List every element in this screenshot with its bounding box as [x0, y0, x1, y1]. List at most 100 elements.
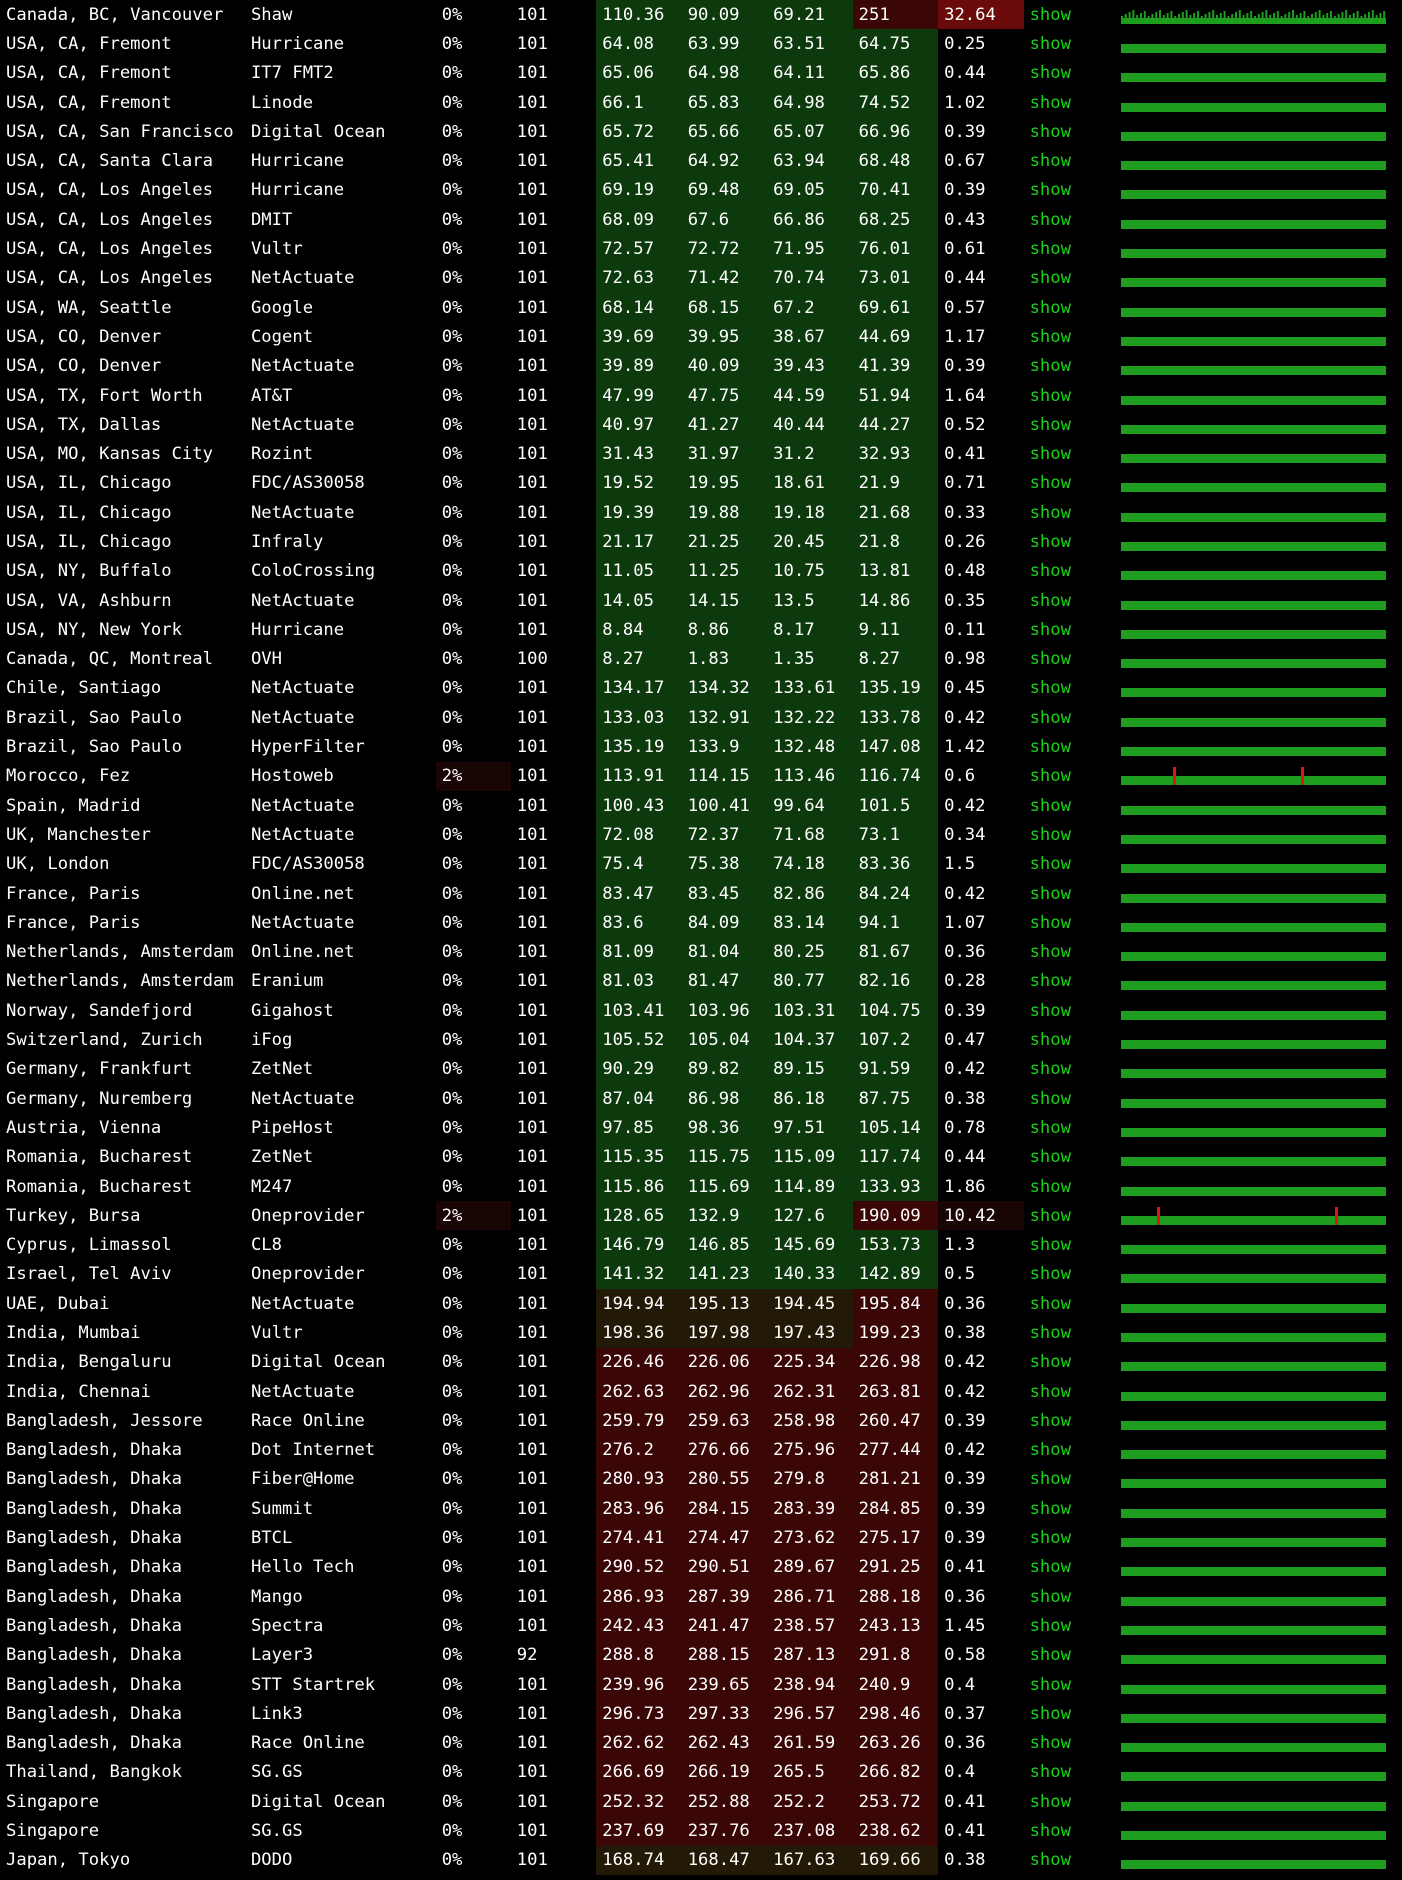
- show-link[interactable]: show: [1024, 967, 1109, 996]
- stdev-cell: 1.17: [944, 326, 986, 347]
- show-link[interactable]: show: [1024, 1406, 1109, 1435]
- latency-sparkline: [1109, 615, 1402, 644]
- show-link[interactable]: show: [1024, 1611, 1109, 1640]
- best-cell: 18.61: [767, 468, 853, 499]
- count-cell: 101: [516, 1469, 548, 1490]
- show-link[interactable]: show: [1024, 1582, 1109, 1611]
- show-link[interactable]: show: [1024, 293, 1109, 322]
- show-link[interactable]: show: [1024, 615, 1109, 644]
- show-link[interactable]: show: [1024, 1436, 1109, 1465]
- show-link[interactable]: show: [1024, 1553, 1109, 1582]
- sparkline-graph: [1121, 1538, 1387, 1548]
- avg-cell: 31.97: [681, 439, 768, 469]
- sparkline-spike: [1371, 9, 1374, 18]
- show-link[interactable]: show: [1024, 1758, 1109, 1787]
- show-link[interactable]: show: [1024, 732, 1109, 761]
- provider-cell: Fiber@Home: [250, 1469, 355, 1490]
- show-link[interactable]: show: [1024, 1201, 1109, 1230]
- best-cell: 273.62: [767, 1523, 853, 1553]
- show-link[interactable]: show: [1024, 469, 1109, 498]
- location-cell: Spain, Madrid: [6, 795, 141, 816]
- count-cell: 101: [516, 268, 548, 289]
- worst-cell: 263.81: [852, 1376, 939, 1407]
- show-link[interactable]: show: [1024, 498, 1109, 527]
- sparkline-graph: [1121, 131, 1387, 141]
- show-link[interactable]: show: [1024, 146, 1109, 175]
- show-link[interactable]: show: [1024, 557, 1109, 586]
- show-link[interactable]: show: [1024, 674, 1109, 703]
- show-link[interactable]: show: [1024, 1289, 1109, 1318]
- show-link[interactable]: show: [1024, 410, 1109, 439]
- show-link[interactable]: show: [1024, 820, 1109, 849]
- count-cell: 101: [516, 1147, 548, 1168]
- show-link[interactable]: show: [1024, 0, 1109, 29]
- show-link[interactable]: show: [1024, 117, 1109, 146]
- show-link[interactable]: show: [1024, 1318, 1109, 1347]
- show-link[interactable]: show: [1024, 791, 1109, 820]
- table-row: UAE, Dubai NetActuate 0% 101 194.94 195.13 194…: [0, 1289, 1402, 1319]
- show-link[interactable]: show: [1024, 381, 1109, 410]
- show-link[interactable]: show: [1024, 850, 1109, 879]
- show-link[interactable]: show: [1024, 59, 1109, 88]
- show-link[interactable]: show: [1024, 1084, 1109, 1113]
- show-link[interactable]: show: [1024, 1113, 1109, 1142]
- sparkline-bar: [1121, 1069, 1387, 1079]
- show-link[interactable]: show: [1024, 1230, 1109, 1259]
- avg-cell: 226.06: [681, 1347, 768, 1377]
- show-link[interactable]: show: [1024, 645, 1109, 674]
- stdev-cell: 0.42: [944, 1352, 986, 1373]
- sparkline-bar: [1121, 1333, 1387, 1342]
- show-link[interactable]: show: [1024, 1494, 1109, 1523]
- location-cell: Canada, QC, Montreal: [6, 649, 213, 670]
- show-link[interactable]: show: [1024, 1377, 1109, 1406]
- show-link[interactable]: show: [1024, 527, 1109, 556]
- show-link[interactable]: show: [1024, 1143, 1109, 1172]
- show-link[interactable]: show: [1024, 1055, 1109, 1084]
- show-link[interactable]: show: [1024, 1172, 1109, 1201]
- show-link[interactable]: show: [1024, 1729, 1109, 1758]
- show-link[interactable]: show: [1024, 234, 1109, 263]
- sparkline-bar: [1121, 893, 1387, 903]
- worst-cell: 190.09: [852, 1201, 939, 1231]
- show-link[interactable]: show: [1024, 879, 1109, 908]
- show-link[interactable]: show: [1024, 1465, 1109, 1494]
- show-link[interactable]: show: [1024, 352, 1109, 381]
- show-link[interactable]: show: [1024, 1787, 1109, 1816]
- show-link[interactable]: show: [1024, 322, 1109, 351]
- sparkline-bar: [1121, 717, 1387, 727]
- latency-sparkline: [1109, 1377, 1402, 1406]
- show-link[interactable]: show: [1024, 1816, 1109, 1845]
- stdev-cell: 32.64: [938, 0, 1024, 30]
- show-link[interactable]: show: [1024, 264, 1109, 293]
- count-cell: 101: [516, 1381, 548, 1402]
- show-link[interactable]: show: [1024, 88, 1109, 117]
- show-link[interactable]: show: [1024, 1260, 1109, 1289]
- show-link[interactable]: show: [1024, 29, 1109, 58]
- worst-cell: 281.21: [852, 1464, 939, 1495]
- location-cell: Canada, BC, Vancouver: [6, 4, 224, 25]
- show-link[interactable]: show: [1024, 176, 1109, 205]
- show-link[interactable]: show: [1024, 1670, 1109, 1699]
- show-link[interactable]: show: [1024, 996, 1109, 1025]
- show-link[interactable]: show: [1024, 1641, 1109, 1670]
- sparkline-bar: [1121, 659, 1387, 669]
- location-cell: Romania, Bucharest: [6, 1147, 193, 1168]
- show-link[interactable]: show: [1024, 1025, 1109, 1054]
- stdev-cell: 0.67: [944, 151, 986, 172]
- show-link[interactable]: show: [1024, 938, 1109, 967]
- show-link[interactable]: show: [1024, 1348, 1109, 1377]
- location-cell: USA, IL, Chicago: [6, 473, 172, 494]
- last-cell: 68.09: [596, 205, 682, 235]
- show-link[interactable]: show: [1024, 762, 1109, 791]
- show-link[interactable]: show: [1024, 1846, 1109, 1875]
- show-link[interactable]: show: [1024, 1699, 1109, 1728]
- show-link[interactable]: show: [1024, 586, 1109, 615]
- avg-cell: 276.66: [681, 1435, 768, 1465]
- show-link[interactable]: show: [1024, 439, 1109, 468]
- best-cell: 82.86: [767, 878, 853, 909]
- show-link[interactable]: show: [1024, 1523, 1109, 1552]
- show-link[interactable]: show: [1024, 205, 1109, 234]
- show-link[interactable]: show: [1024, 908, 1109, 937]
- stdev-cell: 0.71: [944, 473, 986, 494]
- show-link[interactable]: show: [1024, 703, 1109, 732]
